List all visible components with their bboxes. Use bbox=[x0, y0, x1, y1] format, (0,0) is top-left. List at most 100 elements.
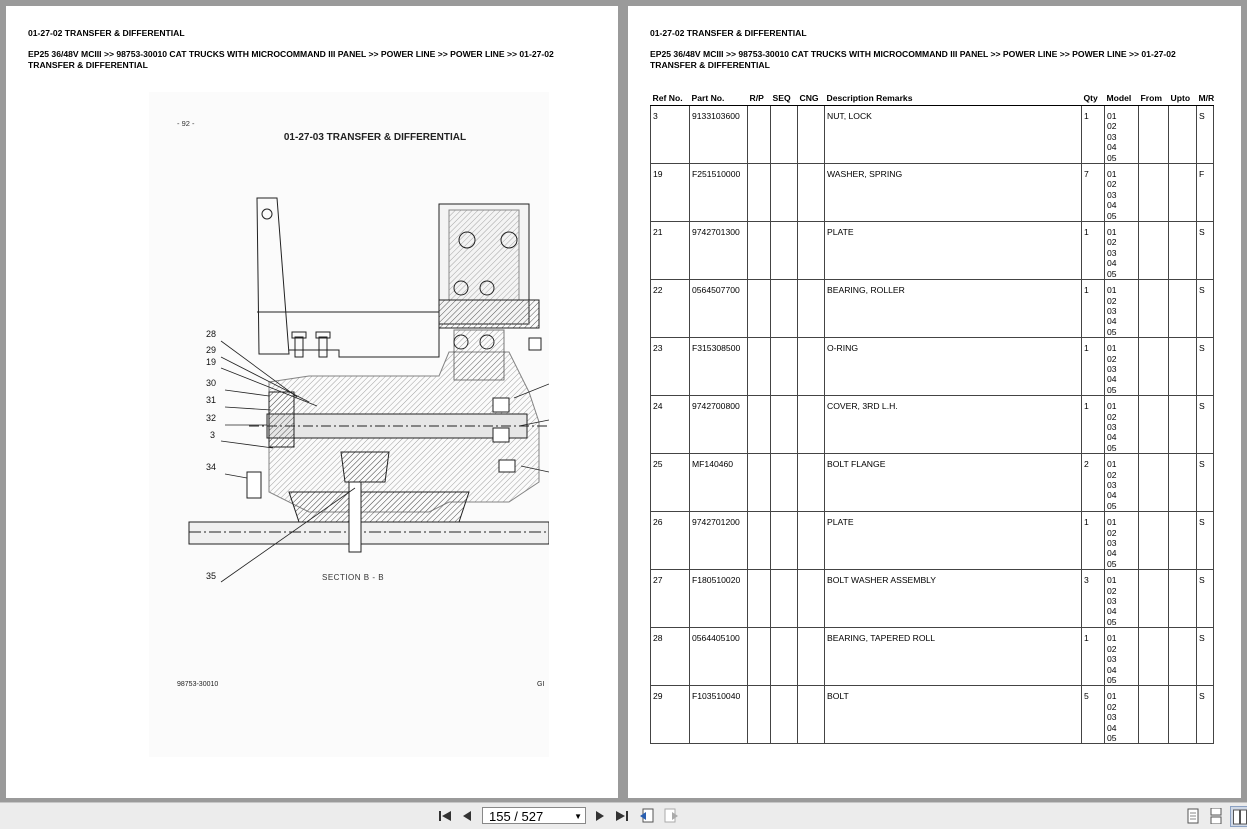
table-row: 22 0564507700 BEARING, ROLLER 1 01 02 03 04 … bbox=[650, 279, 1214, 339]
column-header: R/P bbox=[747, 90, 771, 106]
section-label: SECTION B - B bbox=[322, 573, 385, 582]
cell-upto bbox=[1168, 453, 1197, 513]
table-row: 23 F315308500 O-RING 1 01 02 03 04 05 S bbox=[650, 337, 1214, 397]
cell-upto bbox=[1168, 279, 1197, 339]
column-header: Ref No. bbox=[650, 90, 690, 106]
table-row: 29 F103510040 BOLT 5 01 02 03 04 05 S bbox=[650, 685, 1214, 745]
cell-part: MF140460 bbox=[689, 453, 748, 513]
right-page: 01-27-02 TRANSFER & DIFFERENTIAL EP25 36… bbox=[628, 6, 1241, 798]
callout-label: 29 bbox=[206, 345, 217, 355]
column-header: Description Remarks bbox=[824, 90, 1082, 106]
cell-upto bbox=[1168, 395, 1197, 455]
column-header: Qty bbox=[1081, 90, 1105, 106]
column-header: SEQ bbox=[770, 90, 798, 106]
cell-models: 01 02 03 04 05 bbox=[1104, 395, 1139, 455]
continuous-icon[interactable] bbox=[1209, 808, 1223, 824]
cell-desc: PLATE bbox=[824, 511, 1082, 571]
cell-rp bbox=[747, 337, 771, 397]
cell-seq bbox=[770, 163, 798, 223]
cell-from bbox=[1138, 163, 1169, 223]
figure-code: 98753-30010 bbox=[177, 681, 219, 688]
parts-table: Ref No. Part No. R/P SEQ CNG Description Rema… bbox=[650, 90, 1214, 745]
first-page-icon[interactable] bbox=[438, 808, 452, 824]
cell-models: 01 02 03 04 05 bbox=[1104, 104, 1139, 165]
breadcrumb: EP25 36/48V MCIII >> 98753-30010 CAT TRU… bbox=[28, 49, 554, 70]
cell-mr: F bbox=[1196, 163, 1214, 223]
cell-seq bbox=[770, 221, 798, 281]
left-page: 01-27-02 TRANSFER & DIFFERENTIAL EP25 36… bbox=[6, 6, 618, 798]
cell-models: 01 02 03 04 05 bbox=[1104, 163, 1139, 223]
cell-cng bbox=[797, 685, 825, 745]
cell-cng bbox=[797, 627, 825, 687]
callout-label: 19 bbox=[206, 357, 217, 367]
next-page-icon[interactable] bbox=[594, 808, 606, 824]
cell-rp bbox=[747, 395, 771, 455]
cell-models: 01 02 03 04 05 bbox=[1104, 685, 1139, 745]
cell-cng bbox=[797, 279, 825, 339]
callout-label: 32 bbox=[206, 413, 217, 423]
callout-label: 30 bbox=[206, 378, 217, 388]
cell-rp bbox=[747, 685, 771, 745]
cell-ref: 3 bbox=[650, 104, 690, 165]
cell-ref: 24 bbox=[650, 395, 690, 455]
cell-mr: S bbox=[1196, 279, 1214, 339]
cell-from bbox=[1138, 627, 1169, 687]
next-view-icon[interactable] bbox=[663, 808, 679, 824]
cell-from bbox=[1138, 453, 1169, 513]
cell-desc: COVER, 3RD L.H. bbox=[824, 395, 1082, 455]
cell-cng bbox=[797, 104, 825, 165]
cell-from bbox=[1138, 279, 1169, 339]
cell-rp bbox=[747, 627, 771, 687]
cell-upto bbox=[1168, 685, 1197, 745]
cell-rp bbox=[747, 221, 771, 281]
callout-label: 31 bbox=[206, 395, 217, 405]
cell-rp bbox=[747, 453, 771, 513]
breadcrumb: EP25 36/48V MCIII >> 98753-30010 CAT TRU… bbox=[650, 49, 1176, 70]
table-row: 21 9742701300 PLATE 1 01 02 03 04 05 S bbox=[650, 221, 1214, 281]
column-header: Part No. bbox=[689, 90, 748, 106]
cell-seq bbox=[770, 395, 798, 455]
cell-from bbox=[1138, 221, 1169, 281]
page-number-field[interactable]: 155 / 527 ▼ bbox=[482, 807, 586, 824]
cell-ref: 26 bbox=[650, 511, 690, 571]
cell-qty: 2 bbox=[1081, 453, 1105, 513]
cell-models: 01 02 03 04 05 bbox=[1104, 627, 1139, 687]
cell-from bbox=[1138, 569, 1169, 629]
column-header: Model bbox=[1104, 90, 1139, 106]
cell-upto bbox=[1168, 221, 1197, 281]
cell-desc: BOLT WASHER ASSEMBLY bbox=[824, 569, 1082, 629]
cell-desc: BOLT FLANGE bbox=[824, 453, 1082, 513]
cell-models: 01 02 03 04 05 bbox=[1104, 453, 1139, 513]
cell-desc: NUT, LOCK bbox=[824, 104, 1082, 165]
cell-seq bbox=[770, 104, 798, 165]
cell-part: 0564507700 bbox=[689, 279, 748, 339]
cell-models: 01 02 03 04 05 bbox=[1104, 511, 1139, 571]
column-header: Upto bbox=[1168, 90, 1197, 106]
callout-label: 3 bbox=[210, 430, 216, 440]
two-page-icon[interactable] bbox=[1230, 806, 1247, 827]
cell-upto bbox=[1168, 569, 1197, 629]
cell-part: 9742700800 bbox=[689, 395, 748, 455]
table-row: 26 9742701200 PLATE 1 01 02 03 04 05 S bbox=[650, 511, 1214, 571]
last-page-icon[interactable] bbox=[615, 808, 629, 824]
cell-qty: 1 bbox=[1081, 627, 1105, 687]
cell-ref: 28 bbox=[650, 627, 690, 687]
cell-from bbox=[1138, 685, 1169, 745]
cell-mr: S bbox=[1196, 685, 1214, 745]
cell-ref: 21 bbox=[650, 221, 690, 281]
previous-view-icon[interactable] bbox=[639, 808, 655, 824]
cell-cng bbox=[797, 163, 825, 223]
cell-desc: BEARING, TAPERED ROLL bbox=[824, 627, 1082, 687]
cell-seq bbox=[770, 627, 798, 687]
page-indicator: 155 / 527 bbox=[489, 809, 544, 824]
cell-mr: S bbox=[1196, 395, 1214, 455]
prev-page-icon[interactable] bbox=[461, 808, 473, 824]
cell-mr: S bbox=[1196, 511, 1214, 571]
cell-upto bbox=[1168, 163, 1197, 223]
cell-seq bbox=[770, 511, 798, 571]
single-page-icon[interactable] bbox=[1186, 808, 1200, 824]
cell-cng bbox=[797, 569, 825, 629]
table-row: 24 9742700800 COVER, 3RD L.H. 1 01 02 03 04 … bbox=[650, 395, 1214, 455]
cell-from bbox=[1138, 104, 1169, 165]
cell-desc: PLATE bbox=[824, 221, 1082, 281]
